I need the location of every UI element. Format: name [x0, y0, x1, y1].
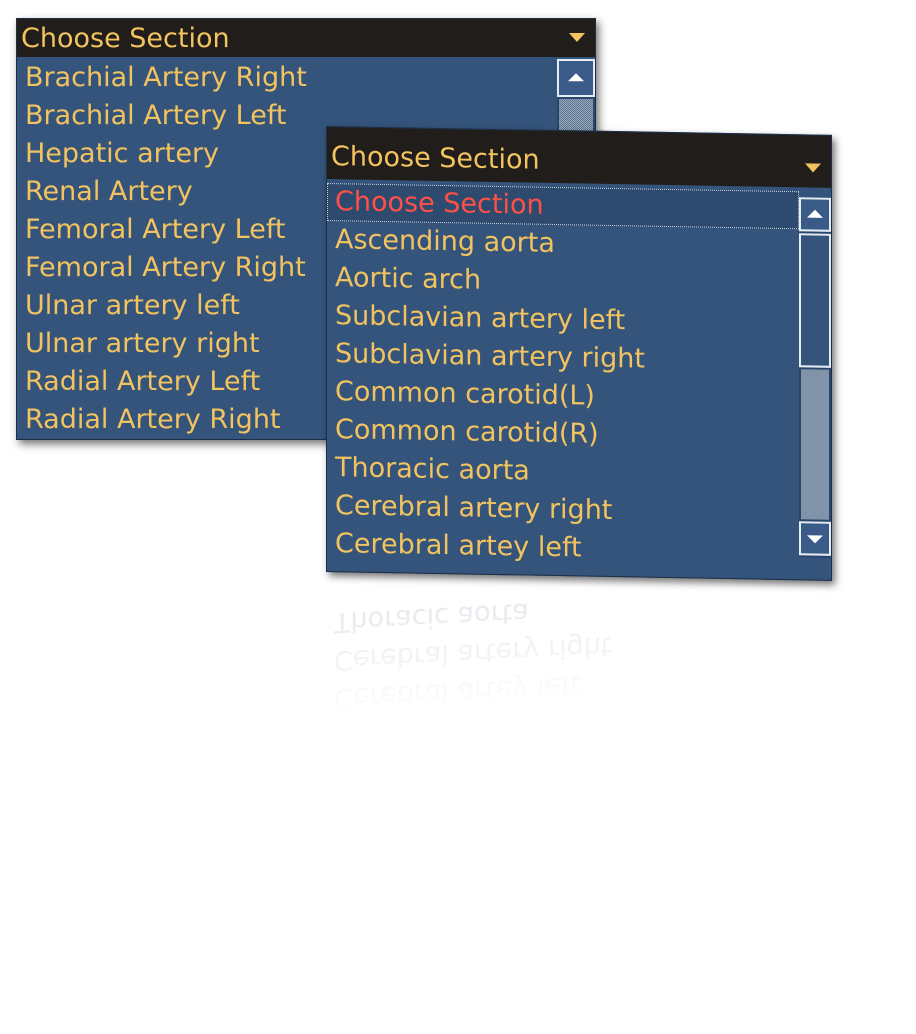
list-item[interactable]: Hepatic artery	[17, 135, 307, 173]
list-item[interactable]: Ulnar artery right	[17, 325, 307, 363]
front-dropdown-header-label: Choose Section	[331, 141, 540, 176]
reflection-items: Cerebral artey left Cerebral artery righ…	[326, 577, 830, 723]
back-dropdown-list: Brachial Artery Right Brachial Artery Le…	[17, 59, 307, 439]
front-dropdown-reflection: Cerebral artey left Cerebral artery righ…	[326, 547, 830, 723]
list-item[interactable]: Ulnar artery left	[17, 287, 307, 325]
scroll-thumb[interactable]	[799, 233, 831, 368]
scroll-track[interactable]	[801, 369, 829, 520]
chevron-down-icon[interactable]	[569, 33, 585, 42]
list-item[interactable]: Radial Artery Left	[17, 363, 307, 401]
front-dropdown-list: Choose Section Ascending aorta Aortic ar…	[327, 183, 799, 571]
list-item[interactable]: Radial Artery Right	[17, 401, 307, 439]
back-dropdown-header-label: Choose Section	[21, 23, 230, 54]
scroll-down-icon	[807, 535, 823, 544]
chevron-down-icon[interactable]	[805, 163, 821, 173]
front-scrollbar[interactable]	[799, 197, 831, 558]
scroll-up-button[interactable]	[557, 59, 595, 97]
back-dropdown-header[interactable]: Choose Section	[17, 19, 595, 57]
list-item[interactable]: Brachial Artery Right	[17, 59, 307, 97]
list-item[interactable]: Femoral Artery Right	[17, 249, 307, 287]
list-item[interactable]: Brachial Artery Left	[17, 97, 307, 135]
scroll-up-button[interactable]	[799, 197, 831, 232]
list-item[interactable]: Femoral Artery Left	[17, 211, 307, 249]
scroll-up-icon	[568, 73, 584, 82]
list-item[interactable]: Renal Artery	[17, 173, 307, 211]
front-dropdown: Choose Section Choose Section Ascending …	[326, 126, 832, 581]
scroll-up-icon	[807, 209, 823, 218]
front-dropdown-header[interactable]: Choose Section	[327, 127, 831, 188]
